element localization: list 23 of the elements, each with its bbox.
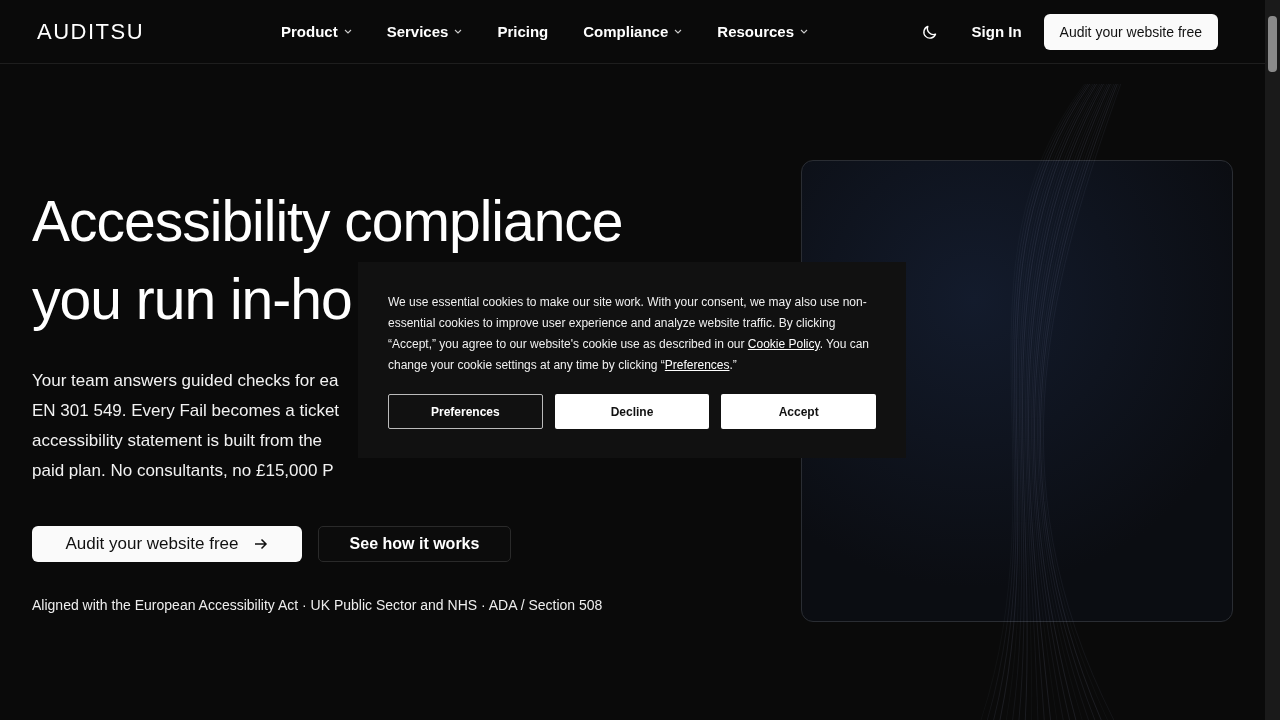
compliance-note: Aligned with the European Accessibility Act · UK Public Sector and NHS · ADA / Section 508: [32, 597, 604, 613]
hero-description: Your team answers guided checks for ea EN 301 549. Every Fail becomes a ticket accessibility statement is built from the paid plan. No consultants, no £15,000 P: [32, 370, 340, 482]
hero-heading-line: you run in-ho: [32, 266, 352, 333]
nav-link[interactable]: Compliance: [583, 23, 683, 40]
nav-link[interactable]: Resources: [717, 23, 808, 40]
nav-link[interactable]: Product: [281, 23, 352, 40]
sign-in-link[interactable]: Sign In: [971, 23, 1022, 40]
audit-button[interactable]: Audit your website free: [32, 526, 302, 562]
audit-button[interactable]: Audit your website free: [1043, 13, 1218, 50]
logo[interactable]: AUDITSU: [37, 18, 277, 45]
arrow-right-icon: [254, 538, 269, 550]
how-it-works-button[interactable]: See how it works: [318, 526, 511, 562]
nav-link[interactable]: Pricing: [497, 23, 549, 40]
cookie-button[interactable]: Preferences: [388, 394, 543, 429]
cookie-policy-link[interactable]: Cookie Policy: [747, 337, 820, 351]
cookie-notice-text: We use essential cookies to make our site work. With your consent, we may also use non-essential cookies to improve user experience and analyze website traffic. By clicking “Accept,” you agree to our website's cookie use as described in our Cookie Policy. You can change your cookie settings at any time by clicking “Preferences.”: [388, 294, 870, 374]
nav-link[interactable]: Services: [386, 23, 463, 40]
cookie-button[interactable]: Decline: [554, 394, 710, 429]
cookie-button[interactable]: Accept: [721, 394, 876, 429]
scrollbar-thumb[interactable]: [1268, 16, 1277, 72]
preferences-link[interactable]: Preferences: [664, 358, 730, 372]
moon-icon[interactable]: [921, 23, 938, 40]
hero-heading-line: Accessibility compliance: [32, 188, 623, 255]
